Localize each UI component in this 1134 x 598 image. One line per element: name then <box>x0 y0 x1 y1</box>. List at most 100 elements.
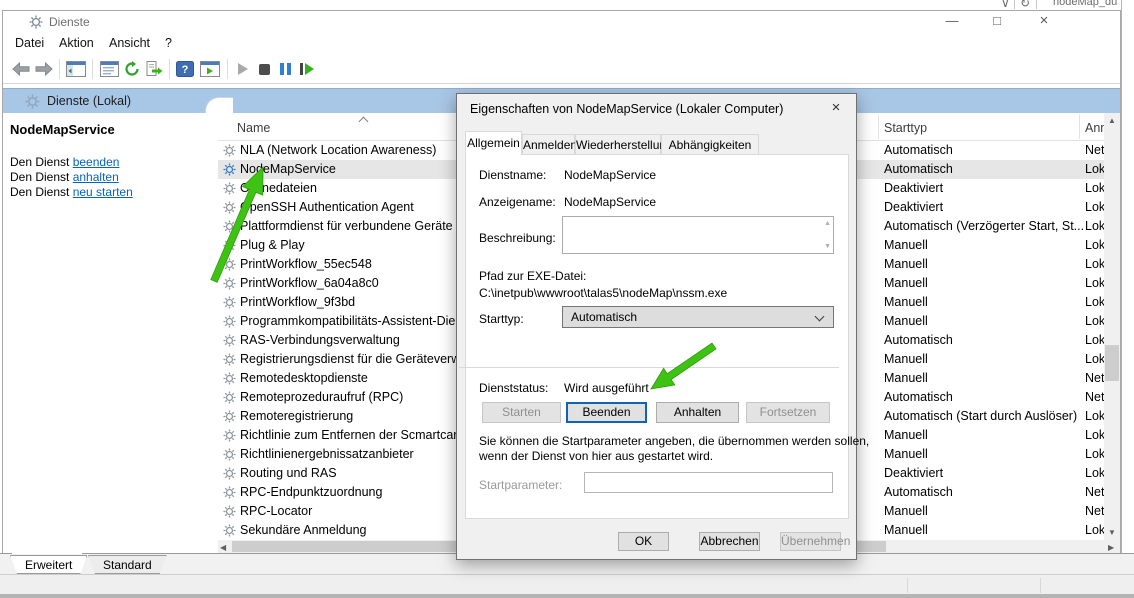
column-header-name[interactable]: Name <box>237 121 270 135</box>
service-gear-icon <box>223 391 236 404</box>
anhalten-button[interactable]: Anhalten <box>656 402 739 423</box>
minimize-button[interactable]: — <box>934 11 970 33</box>
status-bar <box>0 574 1134 594</box>
service-anmelden: Loka <box>1085 200 1104 214</box>
spinner-down-icon[interactable]: ▼ <box>824 243 831 250</box>
start-service-icon[interactable] <box>235 60 251 78</box>
service-name: RAS-Verbindungsverwaltung <box>240 333 400 347</box>
service-anmelden: Netz <box>1085 485 1104 499</box>
abbrechen-button[interactable]: Abbrechen <box>699 532 760 551</box>
service-gear-icon <box>223 220 236 233</box>
tab-allgemein[interactable]: Allgemein <box>465 131 522 155</box>
tab-anmelden[interactable]: Anmelden <box>522 134 575 155</box>
service-anmelden: Loka <box>1085 447 1104 461</box>
selected-service-title: NodeMapService <box>10 122 115 137</box>
stop-service-icon[interactable] <box>256 60 272 78</box>
ok-button[interactable]: OK <box>618 532 669 551</box>
scroll-left-icon[interactable]: ◀ <box>220 543 226 552</box>
menu-datei[interactable]: Datei <box>15 36 44 50</box>
tab-erweitert[interactable]: Erweitert <box>10 555 87 574</box>
tab-standard[interactable]: Standard <box>88 555 167 574</box>
beschreibung-label: Beschreibung: <box>479 231 556 245</box>
maximize-button[interactable]: □ <box>979 11 1015 33</box>
vertical-scrollbar[interactable]: ▲ ▼ <box>1104 113 1120 540</box>
title-bar: Dienste — □ × <box>3 11 1120 33</box>
restart-service-link[interactable]: neu starten <box>73 185 133 199</box>
service-name: Richtlinie zum Entfernen der Scmartcard <box>240 428 464 442</box>
service-name: PrintWorkflow_55ec548 <box>240 257 372 271</box>
service-name: Remoteprozeduraufruf (RPC) <box>240 390 403 404</box>
refresh-icon[interactable] <box>122 60 142 78</box>
scroll-down-icon[interactable]: ▼ <box>1104 528 1120 537</box>
pause-service-link[interactable]: anhalten <box>73 170 119 184</box>
service-starttyp: Automatisch <box>884 162 953 176</box>
show-console-tree-icon[interactable] <box>65 60 87 78</box>
dienststatus-value: Wird ausgeführt <box>564 381 649 395</box>
help-icon[interactable]: ? <box>175 60 195 78</box>
left-pane: NodeMapService Den Dienst beenden Den Di… <box>3 113 217 553</box>
service-anmelden: Loka <box>1085 428 1104 442</box>
service-gear-icon <box>223 372 236 385</box>
service-name: Sekundäre Anmeldung <box>240 523 366 537</box>
beschreibung-input[interactable]: ▲ ▼ <box>562 216 834 254</box>
restart-service-icon[interactable] <box>298 60 316 78</box>
dienstname-label: Dienstname: <box>479 168 546 182</box>
menu-ansicht[interactable]: Ansicht <box>109 36 150 50</box>
starten-button[interactable]: Starten <box>482 402 561 423</box>
service-anmelden: Loka <box>1085 523 1104 537</box>
forward-icon[interactable] <box>34 60 54 78</box>
uebernehmen-button[interactable]: Übernehmen <box>780 532 841 551</box>
beenden-button[interactable]: Beenden <box>566 402 647 423</box>
properties-icon[interactable] <box>98 60 120 78</box>
spinner-up-icon[interactable]: ▲ <box>824 220 831 227</box>
scroll-right-icon[interactable]: ▶ <box>1108 543 1114 552</box>
dienststatus-label: Dienststatus: <box>479 381 548 395</box>
action-restart-line: Den Dienst neu starten <box>10 185 133 199</box>
service-name: Plug & Play <box>240 238 305 252</box>
service-anmelden: Loka <box>1085 257 1104 271</box>
dialog-close-icon[interactable]: × <box>824 98 848 118</box>
scrollbar-corner[interactable]: ▶ <box>1104 540 1120 553</box>
tab-abhaengigkeiten[interactable]: Abhängigkeiten <box>661 134 759 155</box>
service-anmelden: Loka <box>1085 162 1104 176</box>
service-gear-icon <box>223 524 236 537</box>
pause-service-icon[interactable] <box>277 60 293 78</box>
service-anmelden: Loka <box>1085 238 1104 252</box>
svg-text:?: ? <box>182 64 189 76</box>
column-divider[interactable] <box>1079 115 1080 139</box>
taskpad-icon[interactable] <box>199 60 221 78</box>
column-divider[interactable] <box>878 115 879 139</box>
service-name: Routing und RAS <box>240 466 337 480</box>
service-starttyp: Automatisch <box>884 333 953 347</box>
service-name: OpenSSH Authentication Agent <box>240 200 414 214</box>
fortsetzen-button[interactable]: Fortsetzen <box>746 402 830 423</box>
service-anmelden: Loka <box>1085 333 1104 347</box>
service-starttyp: Manuell <box>884 295 928 309</box>
tab-wiederherstellung[interactable]: Wiederherstellung <box>575 134 661 155</box>
screen: ∨ ↻ nodeMap_du Dienste — □ × Datei Aktio… <box>0 0 1134 598</box>
background-tab-title: nodeMap_du <box>1053 0 1117 8</box>
service-gear-icon <box>223 429 236 442</box>
column-header-starttyp[interactable]: Starttyp <box>884 121 927 135</box>
back-icon[interactable] <box>11 60 31 78</box>
close-button[interactable]: × <box>1026 11 1062 33</box>
scroll-up-icon[interactable]: ▲ <box>1104 116 1120 125</box>
service-gear-icon <box>223 353 236 366</box>
startparameter-input[interactable] <box>584 472 833 493</box>
service-gear-icon <box>223 239 236 252</box>
service-anmelden: Netz <box>1085 371 1104 385</box>
service-anmelden: Loka <box>1085 295 1104 309</box>
stop-service-link[interactable]: beenden <box>73 155 120 169</box>
window-title: Dienste <box>49 15 90 29</box>
service-name: Richtlinienergebnissatzanbieter <box>240 447 414 461</box>
starttyp-label: Starttyp: <box>479 312 524 326</box>
menu-aktion[interactable]: Aktion <box>59 36 94 50</box>
service-name: NodeMapService <box>240 162 336 176</box>
starttyp-select[interactable]: Automatisch <box>562 306 834 328</box>
scrollbar-thumb[interactable] <box>1105 345 1119 381</box>
status-divider <box>907 578 908 593</box>
menu-help[interactable]: ? <box>165 36 172 50</box>
export-list-icon[interactable] <box>144 60 164 78</box>
chevron-down-icon <box>816 313 824 321</box>
service-anmelden: Loka <box>1085 352 1104 366</box>
